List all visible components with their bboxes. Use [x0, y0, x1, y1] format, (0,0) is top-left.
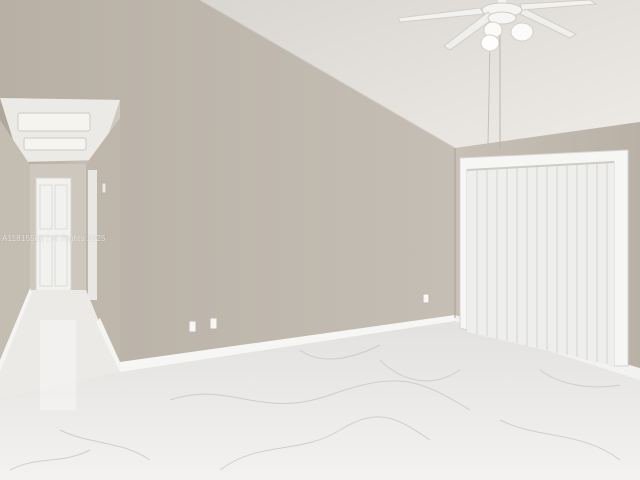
hallway-light-fixture [17, 112, 91, 132]
hallway-light-fixture [23, 137, 87, 151]
closet-blind-door [467, 162, 614, 366]
wall-outlet [209, 317, 218, 330]
wall-outlet [188, 320, 197, 333]
light-switch [101, 182, 107, 194]
wall-outlet [422, 293, 430, 304]
watermark-text: A11815503 | Al Rights 2025 [2, 234, 106, 243]
floor-reflection [40, 320, 76, 410]
room-photo: A11815503 | Al Rights 2025 [0, 0, 640, 480]
